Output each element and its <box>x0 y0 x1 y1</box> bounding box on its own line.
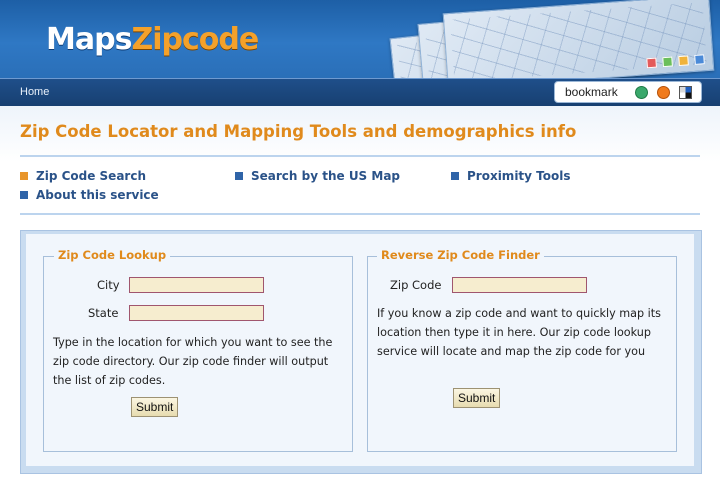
logo-maps-text: Maps <box>46 22 132 57</box>
bullet-icon <box>235 172 243 180</box>
link-label: Zip Code Search <box>36 169 146 183</box>
reverse-submit-button[interactable]: Submit <box>453 388 501 408</box>
bookmark-widget[interactable]: bookmark <box>554 81 702 103</box>
divider-bottom <box>20 213 700 215</box>
link-label: Proximity Tools <box>467 169 571 183</box>
reverse-zip-finder-description: If you know a zip code and want to quick… <box>377 307 661 358</box>
share-icon[interactable] <box>635 86 648 99</box>
nav-home-link[interactable]: Home <box>20 86 49 98</box>
bullet-icon <box>451 172 459 180</box>
link-zip-code-search[interactable]: Zip Code Search <box>20 169 146 183</box>
site-header: MapsZipcode <box>0 0 720 78</box>
zip-code-lookup-legend: Zip Code Lookup <box>54 248 171 262</box>
link-label: About this service <box>36 188 159 202</box>
state-input[interactable] <box>129 305 264 321</box>
feed-icon[interactable] <box>657 86 670 99</box>
reverse-zip-finder-legend: Reverse Zip Code Finder <box>377 248 544 262</box>
map-thumbnail-front <box>442 0 715 78</box>
city-input[interactable] <box>129 277 264 293</box>
lookup-submit-button[interactable]: Submit <box>131 397 179 417</box>
zip-code-lookup-description: Type in the location for which you want … <box>53 336 333 387</box>
delicious-icon[interactable] <box>679 86 692 99</box>
state-label: State <box>88 306 119 320</box>
link-about-service[interactable]: About this service <box>20 188 159 202</box>
city-label: City <box>97 278 120 292</box>
link-search-by-us-map[interactable]: Search by the US Map <box>235 169 400 183</box>
link-label: Search by the US Map <box>251 169 401 183</box>
bullet-icon <box>20 191 28 199</box>
page-title: Zip Code Locator and Mapping Tools and d… <box>20 122 577 141</box>
bookmark-label[interactable]: bookmark <box>565 85 618 99</box>
zip-code-input[interactable] <box>452 277 587 293</box>
logo-zipcode-text: Zipcode <box>131 22 259 57</box>
site-logo[interactable]: MapsZipcode <box>46 22 259 57</box>
zip-code-label: Zip Code <box>390 278 442 292</box>
bullet-icon <box>20 172 28 180</box>
link-proximity-tools[interactable]: Proximity Tools <box>451 169 571 183</box>
divider-top <box>20 155 700 157</box>
